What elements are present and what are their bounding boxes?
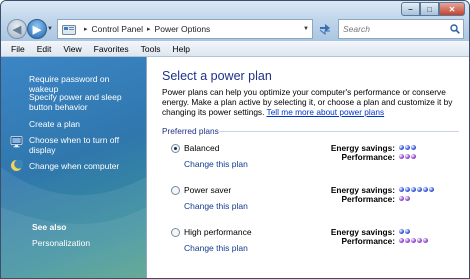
preferred-plans-label: Preferred plans xyxy=(162,126,219,136)
main-content: Select a power plan Power plans can help… xyxy=(146,57,469,278)
change-plan-link-high-performance[interactable]: Change this plan xyxy=(184,243,248,253)
sidebar-link-personalization[interactable]: Personalization xyxy=(32,238,90,248)
learn-more-link[interactable]: Tell me more about power plans xyxy=(267,107,385,117)
address-bar[interactable]: ▸ Control Panel ▸ Power Options ▼ xyxy=(57,19,313,39)
menu-edit[interactable]: Edit xyxy=(31,44,58,54)
chevron-down-icon[interactable]: ▼ xyxy=(300,26,312,32)
page-description: Power plans can help you optimize your c… xyxy=(162,87,462,117)
performance-label: Performance: xyxy=(341,194,396,204)
rating-dot xyxy=(423,238,428,243)
window: – □ ✕ ◀ ▶ ▼ ▸ Control Panel ▸ Power Opti… xyxy=(0,0,470,279)
rating-dot xyxy=(411,238,416,243)
energy-savings-rating xyxy=(399,229,410,234)
rating-dot xyxy=(405,154,410,159)
search-icon[interactable] xyxy=(450,24,460,34)
plan-name[interactable]: High performance xyxy=(184,227,252,237)
rating-dot xyxy=(399,238,404,243)
arrow-left-icon: ◀ xyxy=(12,23,22,36)
back-button[interactable]: ◀ xyxy=(7,19,27,39)
sidebar: Require password on wakeup Specify power… xyxy=(1,57,146,278)
title-bar: – □ ✕ ◀ ▶ ▼ ▸ Control Panel ▸ Power Opti… xyxy=(1,1,469,41)
rating-dot xyxy=(411,187,416,192)
refresh-button[interactable] xyxy=(315,19,335,39)
menu-bar: File Edit View Favorites Tools Help xyxy=(1,41,469,57)
rating-dot xyxy=(405,196,410,201)
rating-dot xyxy=(399,154,404,159)
divider xyxy=(219,131,459,132)
performance-label: Performance: xyxy=(341,152,396,162)
moon-icon xyxy=(11,159,23,171)
performance-label: Performance: xyxy=(341,236,396,246)
rating-dot xyxy=(417,238,422,243)
monitor-icon xyxy=(10,136,23,148)
sidebar-link-power-button[interactable]: Specify power and sleep button behavior xyxy=(29,92,139,112)
sidebar-link-require-password[interactable]: Require password on wakeup xyxy=(29,74,139,94)
breadcrumb-item-control-panel[interactable]: Control Panel xyxy=(92,24,144,34)
menu-file[interactable]: File xyxy=(5,44,31,54)
rating-dot xyxy=(405,187,410,192)
sidebar-link-create-plan[interactable]: Create a plan xyxy=(29,119,139,129)
chevron-right-icon: ▸ xyxy=(84,26,88,33)
minimize-button[interactable]: – xyxy=(401,2,420,16)
rating-dot xyxy=(399,229,404,234)
see-also-heading: See also xyxy=(32,222,67,232)
plan-radio-high-performance[interactable] xyxy=(171,228,180,237)
breadcrumb-item-power-options[interactable]: Power Options xyxy=(155,24,211,34)
rating-dot xyxy=(405,238,410,243)
performance-rating xyxy=(399,154,416,159)
plan-radio-power-saver[interactable] xyxy=(171,186,180,195)
rating-dot xyxy=(423,187,428,192)
change-plan-link-balanced[interactable]: Change this plan xyxy=(184,159,248,169)
performance-rating xyxy=(399,196,410,201)
rating-dot xyxy=(429,187,434,192)
plan-name[interactable]: Balanced xyxy=(184,143,219,153)
arrow-right-icon: ▶ xyxy=(32,23,42,36)
sidebar-link-turn-off-display[interactable]: Choose when to turn off display xyxy=(29,135,139,155)
plan-name[interactable]: Power saver xyxy=(184,185,231,195)
page-title: Select a power plan xyxy=(162,69,272,83)
plan-radio-balanced[interactable] xyxy=(171,144,180,153)
rating-dot xyxy=(417,187,422,192)
refresh-icon xyxy=(319,24,330,35)
window-controls: – □ ✕ xyxy=(401,2,465,16)
recent-pages-dropdown[interactable]: ▼ xyxy=(47,26,55,34)
forward-button[interactable]: ▶ xyxy=(27,19,47,39)
chevron-right-icon: ▸ xyxy=(147,26,151,33)
rating-dot xyxy=(399,145,404,150)
energy-savings-rating xyxy=(399,145,416,150)
rating-dot xyxy=(399,187,404,192)
menu-help[interactable]: Help xyxy=(166,44,195,54)
rating-dot xyxy=(411,154,416,159)
menu-favorites[interactable]: Favorites xyxy=(88,44,135,54)
close-button[interactable]: ✕ xyxy=(439,2,465,16)
menu-tools[interactable]: Tools xyxy=(135,44,167,54)
sidebar-link-change-sleep[interactable]: Change when computer xyxy=(29,161,139,171)
performance-rating xyxy=(399,238,428,243)
change-plan-link-power-saver[interactable]: Change this plan xyxy=(184,201,248,211)
rating-dot xyxy=(405,145,410,150)
rating-dot xyxy=(405,229,410,234)
rating-dot xyxy=(411,145,416,150)
maximize-button[interactable]: □ xyxy=(420,2,439,16)
control-panel-icon xyxy=(62,24,76,35)
search-input[interactable] xyxy=(343,24,443,34)
search-box[interactable] xyxy=(338,19,464,39)
menu-view[interactable]: View xyxy=(57,44,87,54)
energy-savings-rating xyxy=(399,187,434,192)
rating-dot xyxy=(399,196,404,201)
